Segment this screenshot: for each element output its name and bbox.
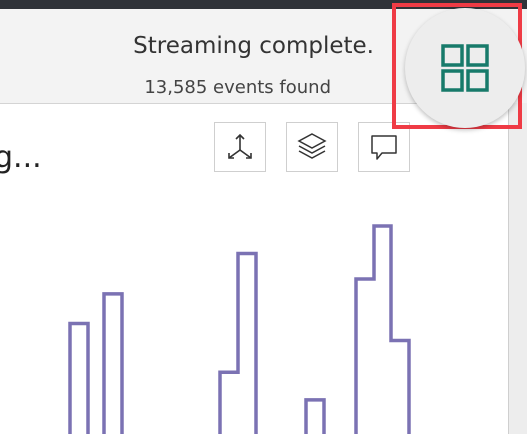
grid-view-button[interactable]: [405, 8, 525, 128]
status-title: Streaming complete.: [133, 33, 374, 59]
scrollbar[interactable]: [508, 103, 527, 434]
events-count: 13,585 events found: [144, 77, 331, 98]
grid-view-icon: [441, 44, 489, 92]
histogram-bar-group-2: [218, 251, 258, 434]
histogram-bar-group-4: [354, 224, 411, 434]
histogram-bar-group-1: [102, 292, 124, 434]
histogram-bar-group-0: [68, 321, 90, 434]
histogram-bar-group-3: [304, 398, 326, 434]
histogram-chart: [68, 224, 411, 434]
app-window: Streaming complete. 13,585 events found …: [0, 0, 527, 434]
